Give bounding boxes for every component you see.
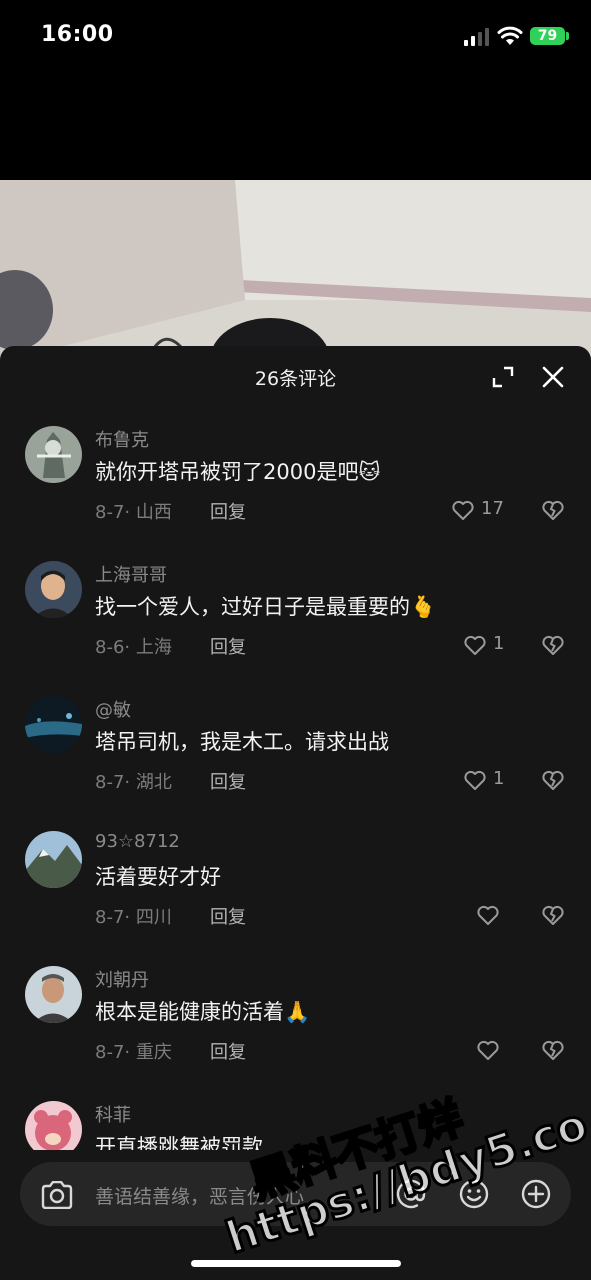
video-content bbox=[0, 180, 591, 362]
comment-username[interactable]: 93☆8712 bbox=[95, 831, 180, 852]
avatar[interactable] bbox=[25, 426, 82, 483]
reply-button[interactable]: 回复 bbox=[210, 498, 246, 524]
comment-meta: 8-6· 上海 bbox=[95, 637, 172, 658]
like-count: 1 bbox=[493, 633, 505, 654]
comment-item: 上海哥哥 找一个爱人，过好日子是最重要的🫰 8-6· 上海 回复 1 bbox=[0, 561, 591, 696]
video-frame bbox=[0, 180, 591, 362]
status-time: 16:00 bbox=[41, 22, 114, 47]
cellular-signal-icon bbox=[464, 28, 490, 46]
cat-emoji: 🐱 bbox=[358, 460, 381, 484]
video-player[interactable] bbox=[0, 72, 591, 362]
at-icon[interactable] bbox=[395, 1178, 427, 1210]
expand-icon[interactable] bbox=[490, 364, 516, 390]
close-icon[interactable] bbox=[540, 364, 566, 390]
heart-icon bbox=[452, 500, 474, 520]
comment-input-bar: 善语结善缘，恶言伤人心 bbox=[0, 1150, 591, 1280]
reply-button[interactable]: 回复 bbox=[210, 768, 246, 794]
heart-icon bbox=[477, 905, 499, 925]
broken-heart-icon[interactable] bbox=[541, 768, 565, 792]
broken-heart-icon[interactable] bbox=[541, 498, 565, 522]
broken-heart-icon[interactable] bbox=[541, 903, 565, 927]
avatar[interactable] bbox=[25, 966, 82, 1023]
battery-tip bbox=[566, 32, 569, 40]
comment-meta: 8-7· 四川 bbox=[95, 907, 172, 928]
comment-username[interactable]: 上海哥哥 bbox=[95, 561, 167, 587]
heart-icon bbox=[464, 635, 486, 655]
heart-icon bbox=[464, 770, 486, 790]
comment-text: 找一个爱人，过好日子是最重要的🫰 bbox=[95, 595, 437, 619]
avatar[interactable] bbox=[25, 561, 82, 618]
heart-icon bbox=[477, 1040, 499, 1060]
wifi-icon bbox=[497, 26, 523, 45]
comment-meta: 8-7· 山西 bbox=[95, 502, 172, 523]
avatar[interactable] bbox=[25, 831, 82, 888]
emoji-icon[interactable] bbox=[458, 1178, 490, 1210]
comment-meta: 8-7· 重庆 bbox=[95, 1042, 172, 1063]
camera-icon[interactable] bbox=[40, 1181, 74, 1209]
like-count: 17 bbox=[481, 498, 504, 519]
comment-username[interactable]: 刘朝丹 bbox=[95, 966, 149, 992]
comment-item: @敏 塔吊司机，我是木工。请求出战 8-7· 湖北 回复 1 bbox=[0, 696, 591, 831]
home-indicator bbox=[191, 1260, 401, 1267]
comment-text: 活着要好才好 bbox=[95, 865, 221, 889]
broken-heart-icon[interactable] bbox=[541, 633, 565, 657]
comment-text: 根本是能健康的活着🙏 bbox=[95, 1000, 311, 1024]
praying-hands-emoji: 🙏 bbox=[284, 1000, 311, 1024]
comment-username[interactable]: @敏 bbox=[95, 696, 131, 722]
battery-indicator: 79 bbox=[530, 27, 565, 45]
comment-input[interactable]: 善语结善缘，恶言伤人心 bbox=[20, 1162, 571, 1226]
broken-heart-icon[interactable] bbox=[541, 1038, 565, 1062]
reply-button[interactable]: 回复 bbox=[210, 1038, 246, 1064]
comment-item: 93☆8712 活着要好才好 8-7· 四川 回复 bbox=[0, 831, 591, 966]
status-bar: 16:00 79 bbox=[0, 0, 591, 72]
reply-button[interactable]: 回复 bbox=[210, 903, 246, 929]
comment-item: 布鲁克 就你开塔吊被罚了2000是吧🐱 8-7· 山西 回复 17 bbox=[0, 426, 591, 561]
input-placeholder[interactable]: 善语结善缘，恶言伤人心 bbox=[95, 1182, 304, 1209]
comment-sheet: 26条评论 布鲁克 就你开塔吊被罚了2000是吧🐱 8-7· 山西 回复 17 … bbox=[0, 346, 591, 1280]
comment-item: 刘朝丹 根本是能健康的活着🙏 8-7· 重庆 回复 bbox=[0, 966, 591, 1101]
comment-text: 就你开塔吊被罚了2000是吧🐱 bbox=[95, 460, 381, 484]
avatar[interactable] bbox=[25, 696, 82, 753]
comment-username[interactable]: 布鲁克 bbox=[95, 426, 149, 452]
comment-meta: 8-7· 湖北 bbox=[95, 772, 172, 793]
comment-text: 塔吊司机，我是木工。请求出战 bbox=[95, 730, 389, 754]
heart-hands-emoji: 🫰 bbox=[410, 595, 437, 619]
comment-username[interactable]: 科菲 bbox=[95, 1101, 131, 1127]
reply-button[interactable]: 回复 bbox=[210, 633, 246, 659]
like-count: 1 bbox=[493, 768, 505, 789]
plus-icon[interactable] bbox=[520, 1178, 552, 1210]
